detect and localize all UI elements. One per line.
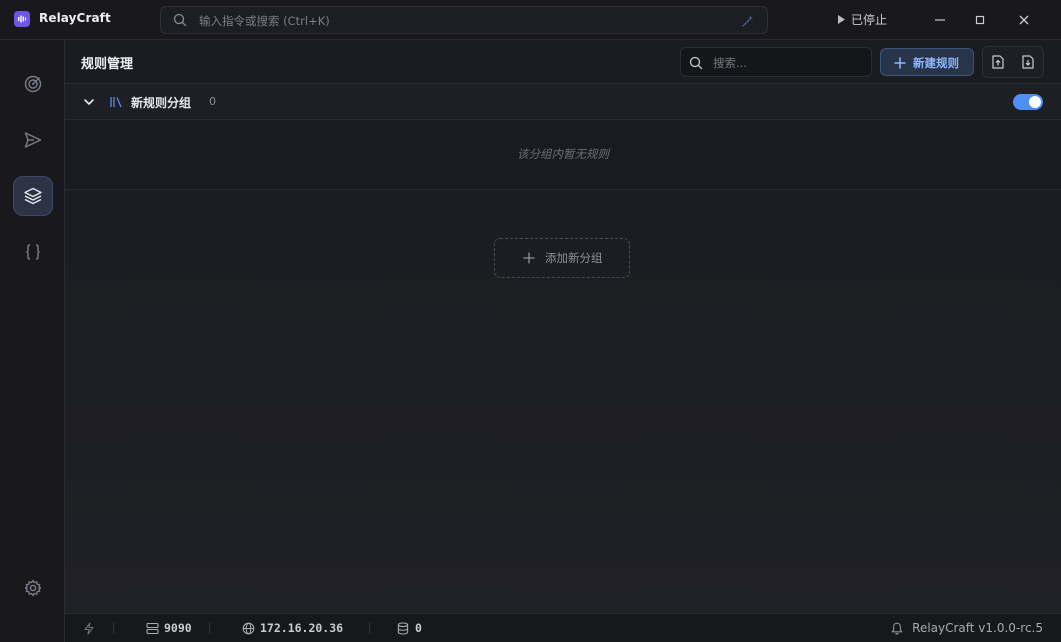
add-group-button[interactable]: 添加新分组 — [494, 238, 630, 278]
export-button[interactable] — [1013, 47, 1043, 77]
file-download-icon — [1022, 55, 1034, 69]
new-rule-button[interactable]: 新建规则 — [880, 48, 974, 76]
sidebar-item-settings[interactable] — [13, 568, 53, 608]
sidebar-item-composer[interactable] — [13, 120, 53, 160]
file-upload-icon — [992, 55, 1004, 69]
server-icon — [146, 622, 159, 635]
command-search-input[interactable]: 输入指令或搜索 (Ctrl+K) — [160, 6, 768, 34]
rule-group-header[interactable]: 新规则分组 0 — [65, 84, 1061, 120]
database-icon — [397, 622, 409, 635]
braces-icon — [26, 244, 40, 260]
command-search-placeholder: 输入指令或搜索 (Ctrl+K) — [199, 14, 330, 28]
group-name: 新规则分组 — [131, 96, 192, 110]
rule-search-input[interactable]: 搜索... — [680, 47, 872, 77]
group-enable-toggle[interactable] — [1013, 94, 1043, 110]
ip-value: 172.16.20.36 — [260, 621, 344, 635]
group-empty-state: 该分组内暂无规则 — [65, 120, 1061, 190]
globe-icon — [242, 622, 255, 635]
port-value: 9090 — [164, 621, 192, 635]
sidebar-item-rules[interactable] — [13, 176, 53, 216]
play-icon — [836, 14, 846, 25]
sparkle-icon[interactable] — [741, 14, 755, 28]
status-bar: 9090 172.16.20.36 0 RelayCraft v1.0.0-rc… — [65, 613, 1061, 642]
main-content: 规则管理 搜索... 新建规则 新规则分组 0 该分组内暂无规则 添加新分组 — [65, 40, 1061, 613]
empty-message: 该分组内暂无规则 — [517, 147, 609, 161]
sidebar — [0, 40, 65, 642]
chevron-down-icon[interactable] — [83, 96, 95, 108]
sidebar-item-traffic[interactable] — [13, 64, 53, 104]
page-title: 规则管理 — [81, 57, 134, 72]
bell-icon — [891, 622, 903, 635]
layers-icon — [24, 187, 42, 205]
minimize-icon — [935, 19, 945, 21]
radar-icon — [24, 75, 42, 93]
sidebar-item-scripts[interactable] — [13, 232, 53, 272]
toggle-knob — [1029, 96, 1041, 108]
page-header: 规则管理 搜索... 新建规则 — [65, 40, 1061, 84]
group-rule-count: 0 — [209, 95, 216, 108]
close-button[interactable] — [1012, 8, 1036, 32]
lightning-icon — [84, 622, 94, 635]
search-icon — [173, 13, 187, 27]
add-group-label: 添加新分组 — [545, 251, 603, 265]
minimize-button[interactable] — [928, 8, 952, 32]
new-rule-label: 新建规则 — [913, 56, 959, 70]
maximize-icon — [975, 15, 985, 25]
library-icon — [109, 96, 123, 108]
gear-icon — [24, 579, 42, 597]
app-title: RelayCraft — [39, 11, 111, 25]
plus-icon — [894, 57, 906, 69]
import-button[interactable] — [983, 47, 1013, 77]
close-icon — [1019, 15, 1029, 25]
title-bar: RelayCraft 输入指令或搜索 (Ctrl+K) 已停止 — [0, 0, 1061, 40]
import-export-group — [982, 46, 1044, 78]
maximize-button[interactable] — [968, 8, 992, 32]
proxy-status-label: 已停止 — [851, 13, 888, 27]
send-icon — [24, 132, 42, 148]
plus-icon — [523, 252, 535, 264]
app-logo-icon — [14, 11, 30, 27]
app-version: RelayCraft v1.0.0-rc.5 — [912, 621, 1043, 635]
connections-value: 0 — [415, 621, 422, 635]
search-icon — [689, 56, 703, 70]
rule-search-placeholder: 搜索... — [713, 56, 747, 70]
